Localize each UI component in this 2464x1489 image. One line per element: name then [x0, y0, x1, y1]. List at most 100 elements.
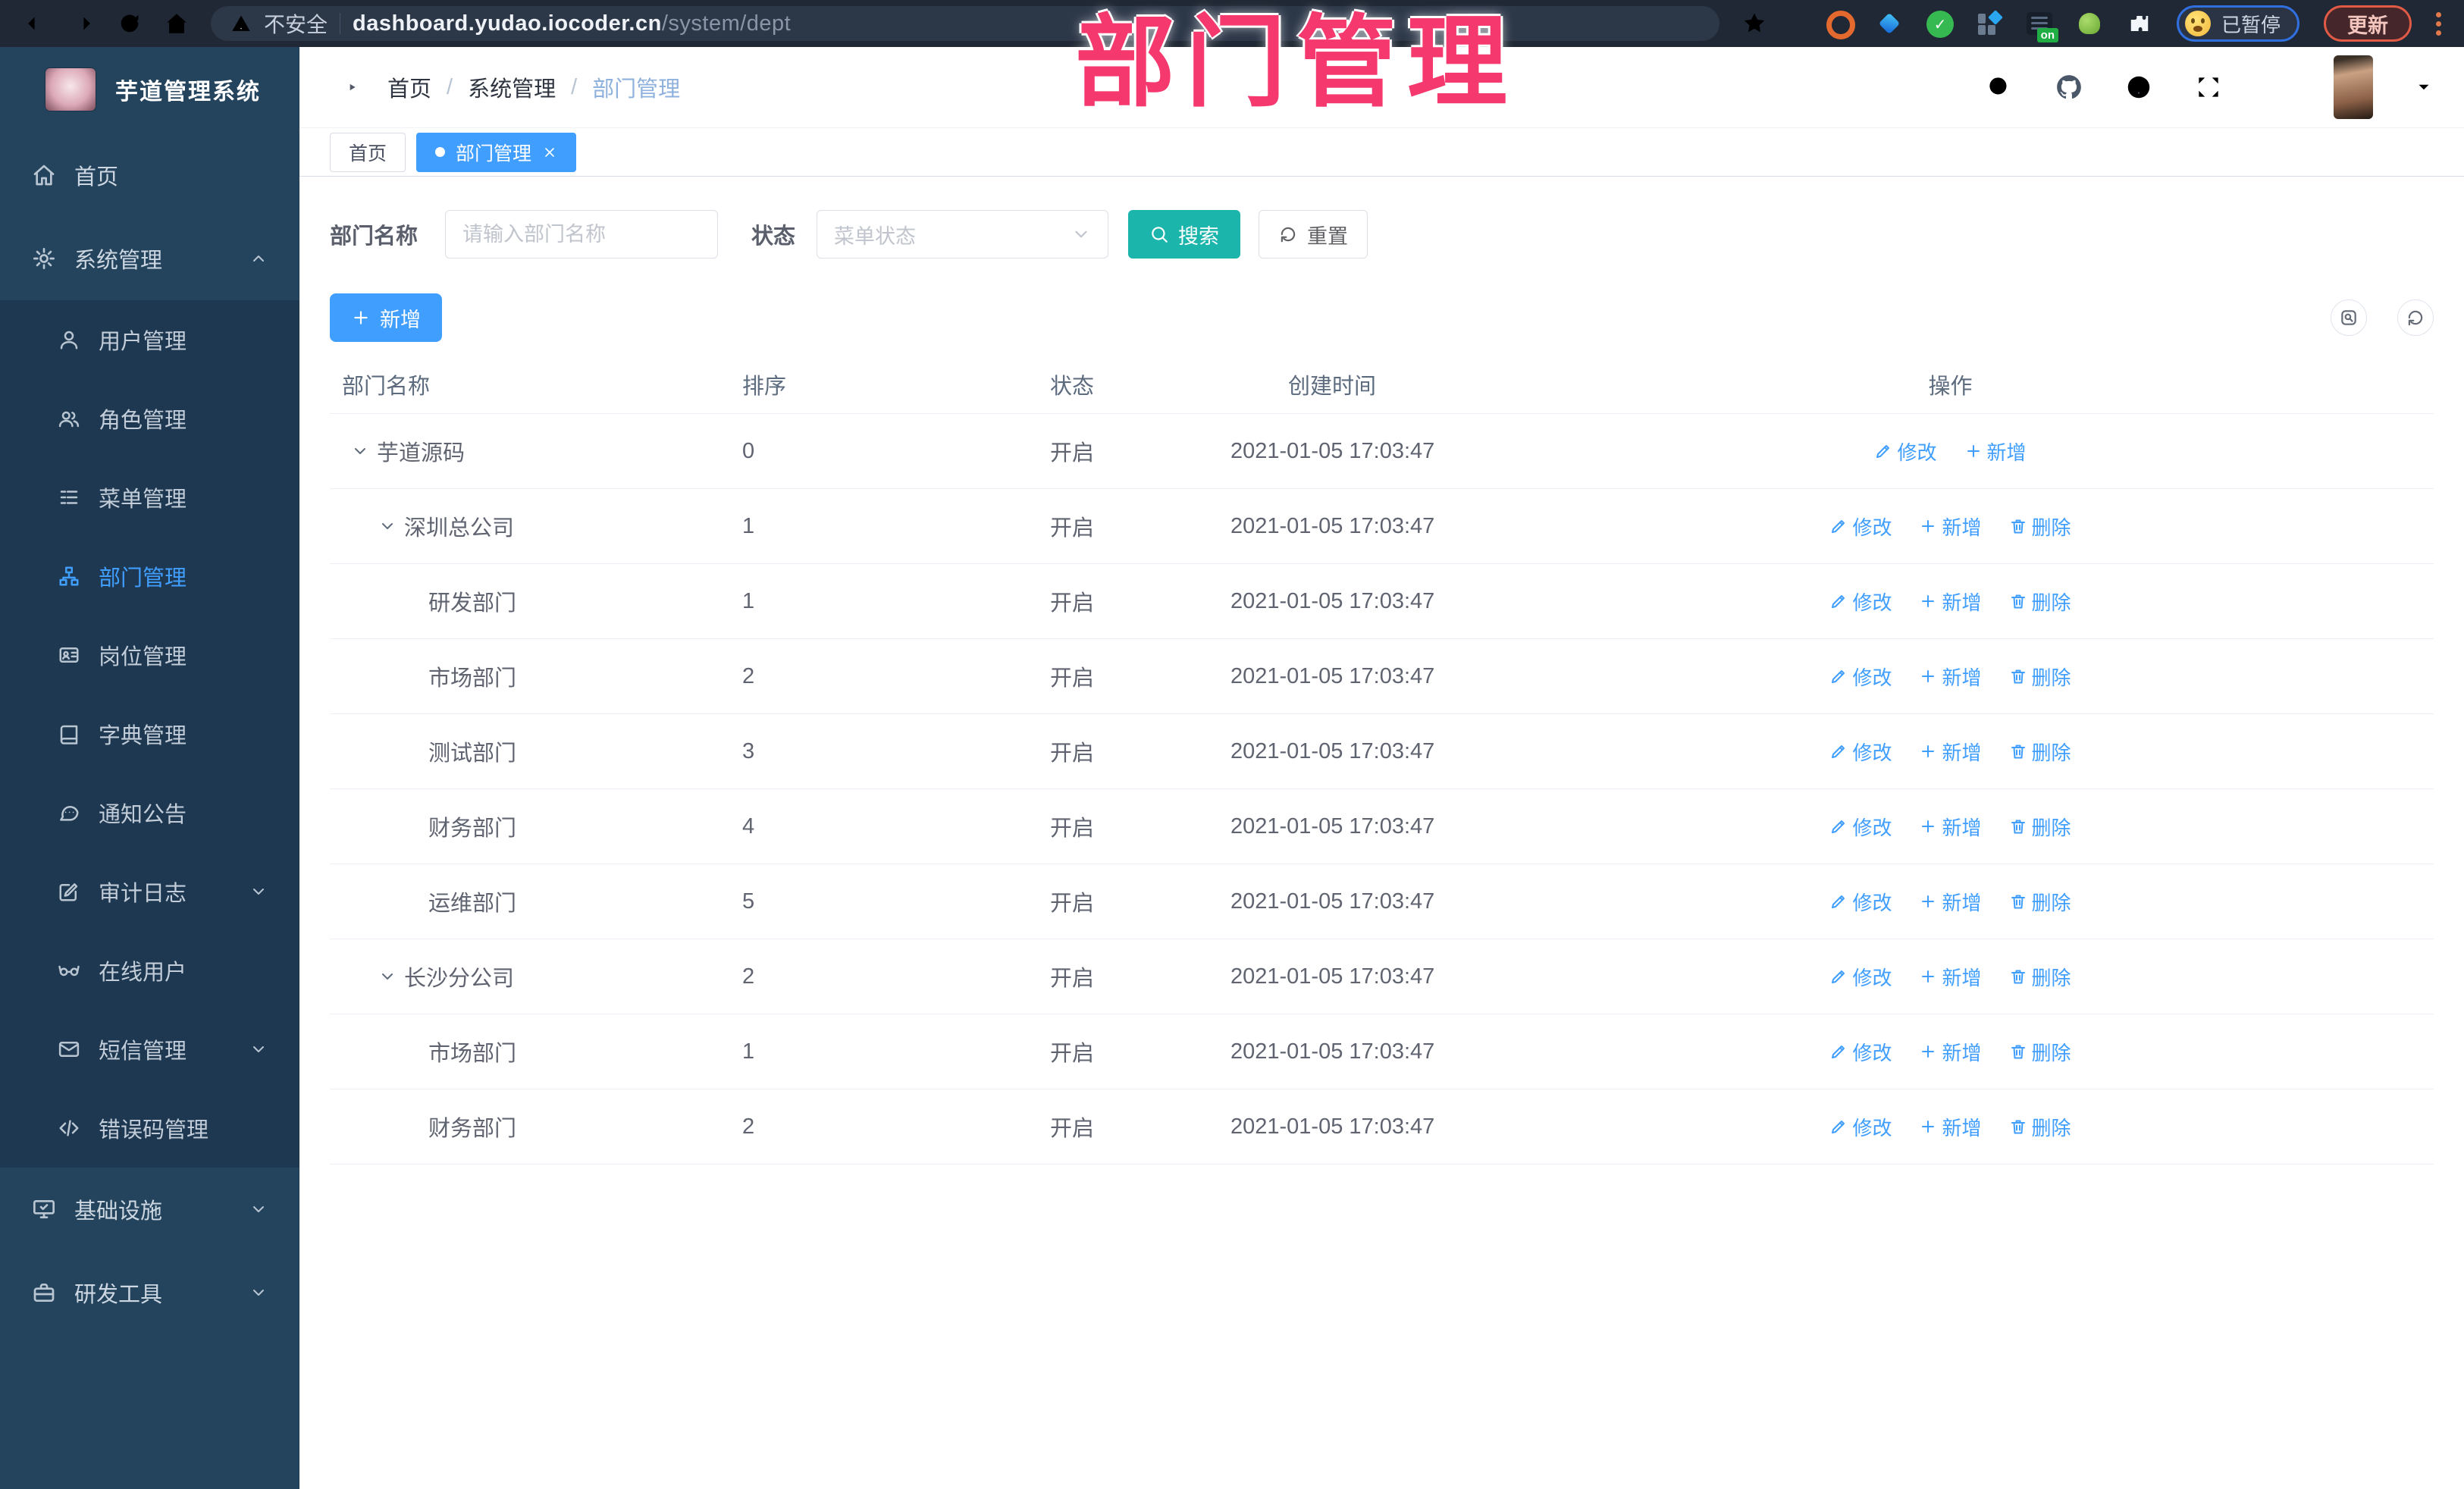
breadcrumb-item[interactable]: 首页: [387, 71, 431, 103]
expand-caret-icon[interactable]: [351, 442, 369, 460]
sidebar-collapse-icon[interactable]: [330, 72, 360, 102]
github-icon[interactable]: [2055, 73, 2083, 102]
add-link[interactable]: 新增: [1919, 1038, 1982, 1066]
action-label: 新增: [1942, 666, 1982, 689]
browser-home-icon[interactable]: [164, 11, 190, 36]
edit-link[interactable]: 修改: [1829, 1113, 1892, 1141]
plus-icon: [1919, 892, 1937, 911]
toggle-search-button[interactable]: [2331, 299, 2367, 336]
font-size-icon[interactable]: [2264, 73, 2293, 102]
add-link[interactable]: 新增: [1919, 1113, 1982, 1141]
browser-update-button[interactable]: 更新: [2324, 5, 2412, 42]
sidebar-item-在线用户[interactable]: 在线用户: [0, 931, 299, 1010]
tab-首页[interactable]: 首页: [330, 132, 406, 172]
browser-forward-icon[interactable]: [70, 11, 96, 36]
fullscreen-icon[interactable]: [2194, 73, 2223, 102]
extension-green-check-icon[interactable]: ✓: [1926, 11, 1954, 38]
tab-部门管理[interactable]: 部门管理: [416, 132, 577, 172]
browser-reload-icon[interactable]: [117, 11, 143, 36]
extension-onoff-icon[interactable]: on: [2026, 11, 2058, 42]
delete-link[interactable]: 删除: [2009, 738, 2071, 766]
sidebar-item-字典管理[interactable]: 字典管理: [0, 694, 299, 773]
sidebar-item-通知公告[interactable]: 通知公告: [0, 773, 299, 852]
add-link[interactable]: 新增: [1919, 813, 1982, 841]
user-avatar[interactable]: [2334, 55, 2373, 119]
trash-icon: [2009, 592, 2027, 610]
add-link[interactable]: 新增: [1964, 437, 2027, 466]
address-bar[interactable]: 不安全 dashboard.yudao.iocoder.cn/system/de…: [211, 6, 1719, 41]
status-cell: 开启: [1050, 1117, 1095, 1141]
add-link[interactable]: 新增: [1919, 513, 1982, 541]
delete-link[interactable]: 删除: [2009, 813, 2071, 841]
extension-orange-ring-icon[interactable]: [1826, 11, 1855, 39]
dept-name-input[interactable]: [445, 210, 719, 259]
department-table: 部门名称 排序 状态 创建时间 操作 芋道源码 0 开启 2021-01-05 17:…: [330, 356, 2434, 1165]
sidebar-item-错误码管理[interactable]: 错误码管理: [0, 1089, 299, 1168]
sidebar-item-研发工具[interactable]: 研发工具: [0, 1251, 299, 1334]
extension-robot-icon[interactable]: [2077, 11, 2102, 36]
avatar-caret-down-icon[interactable]: [2414, 77, 2434, 97]
sidebar-item-首页[interactable]: 首页: [0, 133, 299, 217]
reset-button[interactable]: 重置: [1259, 210, 1368, 259]
action-label: 修改: [1852, 1041, 1892, 1064]
edit-link[interactable]: 修改: [1829, 663, 1892, 691]
delete-link[interactable]: 删除: [2009, 1038, 2071, 1066]
edit-link[interactable]: 修改: [1829, 963, 1892, 991]
table-body: 芋道源码 0 开启 2021-01-05 17:03:47 修改 新增 深圳总公司 1 开启 20…: [330, 414, 2434, 1165]
edit-link[interactable]: 修改: [1829, 588, 1892, 616]
sidebar-item-角色管理[interactable]: 角色管理: [0, 379, 299, 458]
extension-blue-drop-icon[interactable]: [1876, 11, 1902, 36]
sidebar-item-审计日志[interactable]: 审计日志: [0, 852, 299, 931]
edit-link[interactable]: 修改: [1829, 813, 1892, 841]
sidebar-item-短信管理[interactable]: 短信管理: [0, 1010, 299, 1089]
search-button[interactable]: 搜索: [1128, 210, 1241, 259]
add-button[interactable]: 新增: [330, 293, 442, 342]
delete-link[interactable]: 删除: [2009, 1113, 2071, 1141]
help-icon[interactable]: [2124, 73, 2153, 102]
add-link[interactable]: 新增: [1919, 963, 1982, 991]
delete-link[interactable]: 删除: [2009, 663, 2071, 691]
refresh-table-button[interactable]: [2397, 299, 2434, 336]
add-link[interactable]: 新增: [1919, 888, 1982, 916]
tab-close-icon[interactable]: [542, 145, 557, 160]
users-icon: [58, 407, 80, 430]
add-link[interactable]: 新增: [1919, 588, 1982, 616]
plus-icon: [1919, 742, 1937, 760]
expand-caret-icon[interactable]: [378, 517, 397, 535]
trash-icon: [2009, 667, 2027, 685]
edit-link[interactable]: 修改: [1829, 888, 1892, 916]
delete-link[interactable]: 删除: [2009, 888, 2071, 916]
sidebar-item-label: 部门管理: [99, 566, 187, 591]
edit-link[interactable]: 修改: [1874, 437, 1937, 466]
delete-link[interactable]: 删除: [2009, 513, 2071, 541]
edit-link[interactable]: 修改: [1829, 1038, 1892, 1066]
app-logo-row[interactable]: 芋道管理系统: [0, 52, 299, 127]
browser-menu-icon[interactable]: [2436, 11, 2441, 36]
add-link[interactable]: 新增: [1919, 738, 1982, 766]
expand-caret-icon[interactable]: [378, 967, 397, 986]
header-search-icon[interactable]: [1985, 73, 2014, 102]
sidebar-item-系统管理[interactable]: 系统管理: [0, 217, 299, 300]
sidebar-item-部门管理[interactable]: 部门管理: [0, 537, 299, 616]
sidebar-item-用户管理[interactable]: 用户管理: [0, 300, 299, 379]
add-link[interactable]: 新增: [1919, 663, 1982, 691]
created-cell: 2021-01-05 17:03:47: [1230, 663, 1435, 688]
sidebar-item-label: 错误码管理: [99, 1118, 209, 1143]
status-select[interactable]: 菜单状态: [817, 210, 1109, 259]
extensions-puzzle-icon[interactable]: [2127, 11, 2152, 36]
browser-profile-chip[interactable]: 已暂停: [2176, 5, 2299, 42]
sidebar-item-岗位管理[interactable]: 岗位管理: [0, 616, 299, 694]
delete-link[interactable]: 删除: [2009, 588, 2071, 616]
plus-icon: [1964, 442, 1983, 460]
actions-cell: 修改 新增 删除: [1467, 588, 2434, 616]
sidebar-item-基础设施[interactable]: 基础设施: [0, 1168, 299, 1251]
edit-link[interactable]: 修改: [1829, 513, 1892, 541]
sidebar-item-菜单管理[interactable]: 菜单管理: [0, 458, 299, 537]
breadcrumb-item[interactable]: 系统管理: [468, 71, 556, 103]
delete-link[interactable]: 删除: [2009, 963, 2071, 991]
pencil-icon: [1874, 442, 1892, 460]
extension-grid-icon[interactable]: [1977, 10, 2003, 36]
browser-back-icon[interactable]: [23, 11, 49, 36]
bookmark-star-icon[interactable]: [1741, 10, 1768, 37]
edit-link[interactable]: 修改: [1829, 738, 1892, 766]
